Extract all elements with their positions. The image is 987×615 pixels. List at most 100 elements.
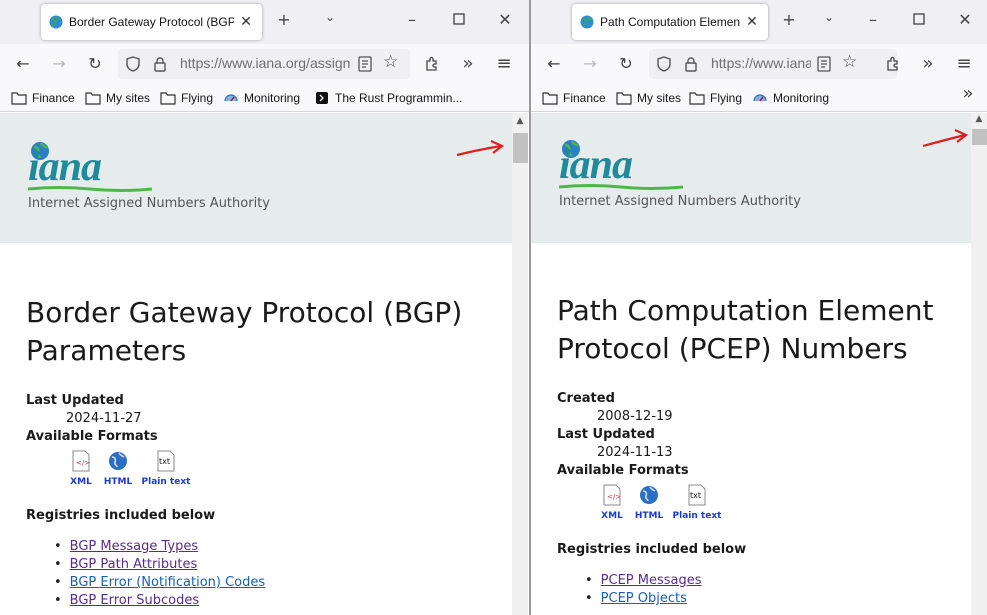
forward-icon[interactable]: →: [47, 52, 71, 76]
registry-link[interactable]: BGP Error Subcodes: [70, 593, 199, 608]
format-label[interactable]: HTML: [624, 511, 674, 521]
minimize-icon[interactable]: –: [862, 10, 884, 32]
window-close-icon[interactable]: ✕: [954, 10, 976, 32]
tab-list-icon[interactable]: ⌄: [818, 10, 840, 32]
browser-window-right: Path Computation Elemen ✕ + ⌄ – ✕ ← → ↻ …: [531, 0, 987, 615]
scroll-up-icon[interactable]: ▲: [971, 114, 987, 124]
format-plain-text[interactable]: txt Plain text: [672, 484, 722, 521]
forward-icon[interactable]: →: [578, 52, 602, 76]
reload-icon[interactable]: ↻: [614, 52, 638, 76]
bookmark-my-sites[interactable]: My sites: [616, 89, 681, 107]
url-text[interactable]: https://www.iana: [711, 55, 811, 71]
star-icon[interactable]: ☆: [842, 52, 857, 72]
format-label[interactable]: Plain text: [141, 477, 191, 487]
star-icon[interactable]: ☆: [383, 52, 398, 72]
bookmark-flying[interactable]: Flying: [689, 89, 742, 107]
format-plain-text[interactable]: txt Plain text: [141, 450, 191, 487]
iana-logo[interactable]: iana: [28, 143, 102, 191]
monitoring-icon: [753, 94, 767, 102]
scroll-up-icon[interactable]: ▲: [512, 116, 528, 126]
registry-link[interactable]: PCEP Messages: [601, 573, 702, 588]
bookmarks-overflow-icon[interactable]: »: [956, 82, 980, 106]
back-icon[interactable]: ←: [542, 52, 566, 76]
menu-icon[interactable]: ≡: [952, 52, 976, 76]
page-title-line1: Border Gateway Protocol (BGP): [26, 296, 463, 329]
new-tab-icon[interactable]: +: [778, 10, 800, 32]
scrollbar-thumb[interactable]: [972, 129, 987, 145]
bookmark-label: The Rust Programmin...: [335, 91, 463, 105]
extensions-icon[interactable]: [885, 56, 901, 72]
bookmark-my-sites[interactable]: My sites: [85, 89, 150, 107]
created-value: 2008-12-19: [597, 409, 673, 424]
tab-bgp[interactable]: Border Gateway Protocol (BGP) ✕: [41, 4, 262, 40]
site-header: iana Internet Assigned Numbers Authority: [531, 113, 971, 243]
close-icon[interactable]: ✕: [744, 14, 760, 30]
scrollbar-thumb[interactable]: [513, 133, 528, 163]
bookmark-finance[interactable]: Finance: [11, 89, 75, 107]
menu-icon[interactable]: ≡: [492, 52, 516, 76]
bookmark-rust-book[interactable]: The Rust Programmin...: [314, 89, 462, 107]
bookmark-monitoring[interactable]: Monitoring: [752, 89, 829, 107]
lock-icon[interactable]: [153, 56, 167, 72]
close-icon[interactable]: ✕: [238, 14, 254, 30]
lock-icon[interactable]: [684, 56, 698, 72]
shield-icon[interactable]: [125, 56, 141, 72]
tab-title: Path Computation Elemen: [600, 15, 740, 29]
registry-link[interactable]: BGP Path Attributes: [70, 557, 198, 572]
minimize-icon[interactable]: –: [401, 10, 423, 32]
format-label[interactable]: Plain text: [672, 511, 722, 521]
tab-pcep[interactable]: Path Computation Elemen ✕: [572, 4, 768, 40]
back-icon[interactable]: ←: [11, 52, 35, 76]
registries-list: PCEP Messages PCEP Objects: [585, 572, 702, 608]
window-close-icon[interactable]: ✕: [494, 10, 516, 32]
list-item: PCEP Objects: [585, 590, 702, 608]
vertical-scrollbar[interactable]: ▲: [512, 113, 528, 615]
registries-label: Registries included below: [557, 542, 747, 557]
url-text[interactable]: https://www.iana.org/assign: [180, 55, 350, 71]
rust-book-icon: [316, 92, 328, 104]
tab-list-icon[interactable]: ⌄: [319, 10, 341, 32]
format-label[interactable]: HTML: [93, 477, 143, 487]
site-header: iana Internet Assigned Numbers Authority: [0, 113, 512, 243]
bookmark-label: Finance: [563, 91, 606, 105]
folder-icon: [160, 92, 176, 105]
shield-icon[interactable]: [656, 56, 672, 72]
url-bar[interactable]: https://www.iana ☆: [649, 49, 897, 79]
format-html[interactable]: HTML: [624, 484, 674, 521]
bookmark-label: Finance: [32, 91, 75, 105]
page-content: iana Internet Assigned Numbers Authority…: [0, 113, 529, 615]
list-item: BGP Error (Notification) Codes: [54, 574, 265, 592]
new-tab-icon[interactable]: +: [273, 10, 295, 32]
xml-file-icon: </>: [603, 484, 621, 506]
folder-icon: [542, 92, 558, 105]
svg-text:</>: </>: [76, 459, 90, 467]
reload-icon[interactable]: ↻: [83, 52, 107, 76]
bookmark-monitoring[interactable]: Monitoring: [223, 89, 300, 107]
extensions-icon[interactable]: [424, 56, 440, 72]
bookmark-flying[interactable]: Flying: [160, 89, 213, 107]
last-updated-value: 2024-11-13: [597, 445, 673, 460]
tab-strip: Border Gateway Protocol (BGP) ✕ + ⌄ – ✕: [0, 0, 529, 44]
iana-logo[interactable]: iana: [559, 141, 633, 189]
vertical-scrollbar[interactable]: ▲: [971, 113, 987, 615]
bookmarks-toolbar: Finance My sites Flying Monitoring The R…: [0, 84, 529, 112]
bookmark-label: Monitoring: [773, 91, 830, 105]
overflow-icon[interactable]: »: [916, 52, 940, 76]
format-html[interactable]: HTML: [93, 450, 143, 487]
maximize-icon[interactable]: [448, 10, 470, 32]
registry-link[interactable]: BGP Error (Notification) Codes: [70, 575, 265, 590]
tab-title: Border Gateway Protocol (BGP): [69, 15, 234, 29]
bookmark-finance[interactable]: Finance: [542, 89, 606, 107]
registry-link[interactable]: BGP Message Types: [70, 539, 198, 554]
maximize-icon[interactable]: [908, 10, 930, 32]
overflow-icon[interactable]: »: [456, 52, 480, 76]
folder-icon: [11, 92, 27, 105]
nav-toolbar: ← → ↻ https://www.iana ☆ » ≡: [531, 44, 987, 84]
reader-icon[interactable]: [358, 56, 372, 72]
url-bar[interactable]: https://www.iana.org/assign ☆: [118, 49, 410, 79]
registry-link[interactable]: PCEP Objects: [601, 591, 687, 606]
available-formats-label: Available Formats: [26, 429, 158, 444]
bookmark-label: Flying: [181, 91, 214, 105]
reader-icon[interactable]: [817, 56, 831, 72]
bookmark-label: My sites: [637, 91, 682, 105]
